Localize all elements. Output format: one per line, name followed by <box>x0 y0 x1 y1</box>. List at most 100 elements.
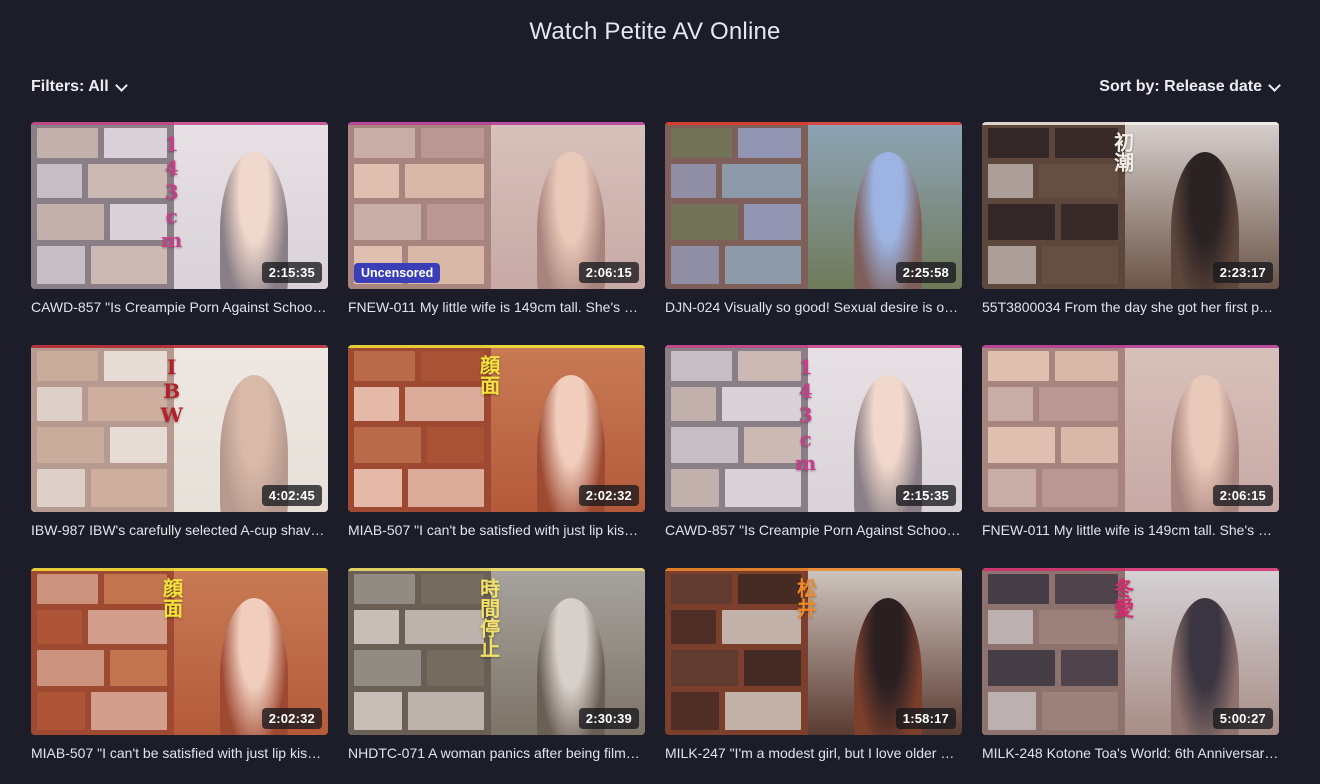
video-card[interactable]: 2:25:58 DJN-024 Visually so good! Sexual … <box>665 122 962 345</box>
collage-tile <box>722 387 802 421</box>
collage-tile <box>1054 351 1119 381</box>
collage-tile <box>988 650 1055 686</box>
cover-lettering: 冬愛 <box>1110 578 1135 618</box>
collage-tile <box>37 246 85 284</box>
collage-tile <box>988 128 1049 158</box>
collage-tile <box>408 692 485 730</box>
collage-tile <box>671 246 719 284</box>
video-title-link[interactable]: DJN-024 Visually so good! Sexual desire … <box>665 298 962 316</box>
cover-accent-stripe <box>982 122 1279 125</box>
collage-tile <box>88 164 168 198</box>
video-title-link[interactable]: CAWD-857 "Is Creampie Porn Against Schoo… <box>31 298 328 316</box>
video-thumbnail[interactable]: 2:06:15 <box>982 345 1279 512</box>
video-title-link[interactable]: MILK-247 "I'm a modest girl, but I love … <box>665 744 962 762</box>
video-title-link[interactable]: MILK-248 Kotone Toa's World: 6th Anniver… <box>982 744 1279 762</box>
video-card[interactable]: 2:06:15 FNEW-011 My little wife is 149cm … <box>982 345 1279 568</box>
cover-accent-stripe <box>982 568 1279 571</box>
collage-tile <box>725 469 802 507</box>
collage-tile <box>354 204 421 240</box>
cover-accent-stripe <box>665 568 962 571</box>
collage-tile <box>37 351 98 381</box>
collage-tile <box>354 469 402 507</box>
collage-tile <box>354 692 402 730</box>
collage-tile <box>37 387 82 421</box>
video-card[interactable]: 松井 1:58:17 MILK-247 "I'm a modest girl, bu… <box>665 568 962 784</box>
filters-dropdown[interactable]: Filters: All <box>31 78 128 96</box>
video-thumbnail[interactable]: 顔面 2:02:32 <box>348 345 645 512</box>
collage-tile <box>671 610 716 644</box>
video-title-link[interactable]: FNEW-011 My little wife is 149cm tall. S… <box>348 298 645 316</box>
video-card[interactable]: IBW 4:02:45 IBW-987 IBW's carefully select… <box>31 345 328 568</box>
video-card[interactable]: 時間停止 2:30:39 NHDTC-071 A woman panics afte… <box>348 568 645 784</box>
cover-lettering: IBW <box>159 355 184 427</box>
duration-badge: 1:58:17 <box>895 708 956 729</box>
video-thumbnail[interactable]: 143cm 2:15:35 <box>31 122 328 289</box>
chevron-down-icon <box>114 78 128 92</box>
collage-tile <box>354 610 399 644</box>
video-thumbnail[interactable]: 顔面 2:02:32 <box>31 568 328 735</box>
video-title-link[interactable]: IBW-987 IBW's carefully selected A-cup s… <box>31 521 328 539</box>
collage-tile <box>354 427 421 463</box>
collage-tile <box>988 692 1036 730</box>
video-thumbnail[interactable]: 2:25:58 <box>665 122 962 289</box>
video-card[interactable]: 143cm 2:15:35 CAWD-857 "Is Creampie Porn A… <box>665 345 962 568</box>
video-thumbnail[interactable]: 松井 1:58:17 <box>665 568 962 735</box>
video-title-link[interactable]: MIAB-507 "I can't be satisfied with just… <box>348 521 645 539</box>
collage-tile <box>988 610 1033 644</box>
collage-tile <box>354 650 421 686</box>
video-thumbnail[interactable]: 時間停止 2:30:39 <box>348 568 645 735</box>
collage-tile <box>1042 692 1119 730</box>
video-card[interactable]: Uncensored 2:06:15 FNEW-011 My little wife… <box>348 122 645 345</box>
cover-accent-stripe <box>982 345 1279 348</box>
video-card[interactable]: 143cm 2:15:35 CAWD-857 "Is Creampie Porn A… <box>31 122 328 345</box>
video-title-link[interactable]: CAWD-857 "Is Creampie Porn Against Schoo… <box>665 521 962 539</box>
collage-tile <box>420 128 485 158</box>
cover-accent-stripe <box>31 568 328 571</box>
duration-badge: 2:02:32 <box>578 485 639 506</box>
video-title-link[interactable]: MIAB-507 "I can't be satisfied with just… <box>31 744 328 762</box>
thumbnail-collage <box>665 568 808 735</box>
video-thumbnail[interactable]: 冬愛 5:00:27 <box>982 568 1279 735</box>
page-title: Watch Petite AV Online <box>529 18 781 45</box>
thumbnail-collage <box>31 568 174 735</box>
collage-tile <box>354 387 399 421</box>
cover-accent-stripe <box>665 122 962 125</box>
collage-tile <box>1039 164 1119 198</box>
sort-label: Sort by: Release date <box>1099 78 1262 95</box>
collage-tile <box>671 387 716 421</box>
video-card[interactable]: 顔面 2:02:32 MIAB-507 "I can't be satisfied … <box>348 345 645 568</box>
collage-tile <box>37 427 104 463</box>
collage-tile <box>988 427 1055 463</box>
collage-tile <box>103 128 168 158</box>
collage-tile <box>427 204 485 240</box>
video-title-link[interactable]: 55T3800034 From the day she got her firs… <box>982 298 1279 316</box>
cover-accent-stripe <box>348 345 645 348</box>
cover-lettering: 143cm <box>159 132 184 252</box>
collage-tile <box>1061 204 1119 240</box>
collage-tile <box>1039 387 1119 421</box>
collage-tile <box>405 610 485 644</box>
video-title-link[interactable]: NHDTC-071 A woman panics after being fil… <box>348 744 645 762</box>
cover-accent-stripe <box>31 122 328 125</box>
video-thumbnail[interactable]: 初潮 2:23:17 <box>982 122 1279 289</box>
duration-badge: 5:00:27 <box>1212 708 1273 729</box>
video-thumbnail[interactable]: 143cm 2:15:35 <box>665 345 962 512</box>
collage-tile <box>988 164 1033 198</box>
thumbnail-collage <box>665 122 808 289</box>
video-thumbnail[interactable]: Uncensored 2:06:15 <box>348 122 645 289</box>
video-card[interactable]: 冬愛 5:00:27 MILK-248 Kotone Toa's World: 6t… <box>982 568 1279 784</box>
collage-tile <box>91 692 168 730</box>
collage-tile <box>354 164 399 198</box>
sort-dropdown[interactable]: Sort by: Release date <box>1099 78 1281 96</box>
video-card[interactable]: 初潮 2:23:17 55T3800034 From the day she got… <box>982 122 1279 345</box>
collage-tile <box>1054 128 1119 158</box>
collage-tile <box>91 469 168 507</box>
collage-tile <box>671 692 719 730</box>
cover-accent-stripe <box>31 345 328 348</box>
thumbnail-collage <box>982 122 1125 289</box>
video-card[interactable]: 顔面 2:02:32 MIAB-507 "I can't be satisfied … <box>31 568 328 784</box>
collage-tile <box>722 164 802 198</box>
video-thumbnail[interactable]: IBW 4:02:45 <box>31 345 328 512</box>
video-title-link[interactable]: FNEW-011 My little wife is 149cm tall. S… <box>982 521 1279 539</box>
cover-lettering: 松井 <box>793 578 818 618</box>
